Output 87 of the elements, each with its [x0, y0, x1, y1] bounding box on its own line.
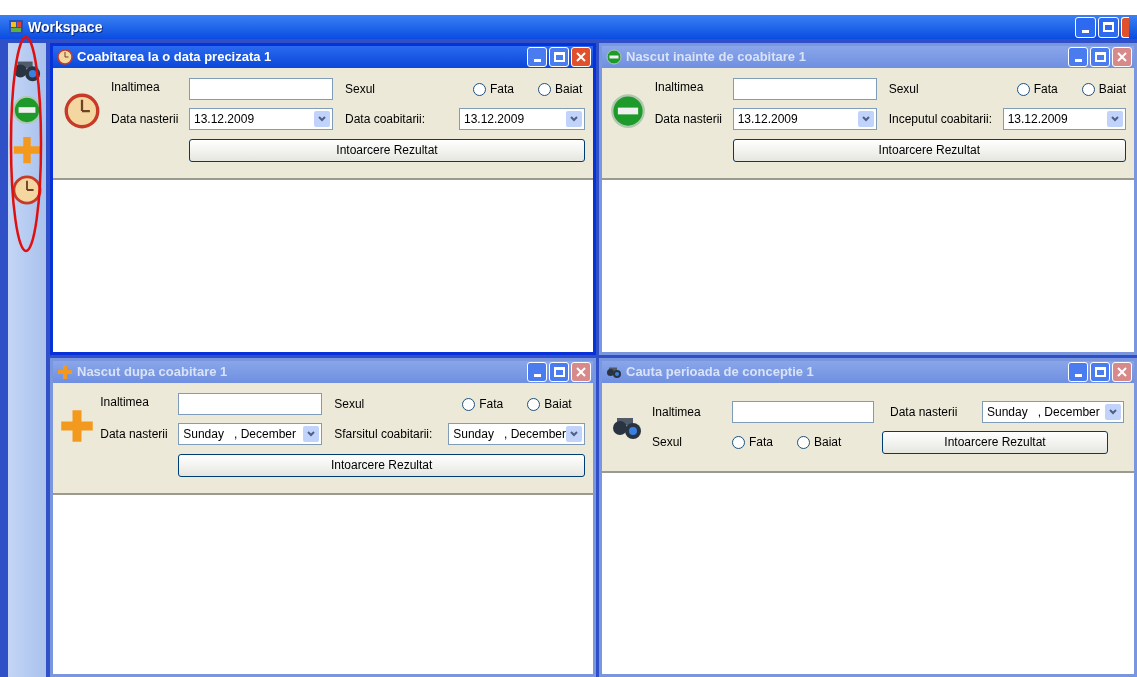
- field-label: Baiat: [544, 396, 572, 413]
- height-input-field[interactable]: [732, 401, 874, 423]
- chevron-down-icon: [1109, 409, 1117, 415]
- radio-button[interactable]: [473, 82, 486, 96]
- height-input-field[interactable]: [178, 393, 323, 415]
- stop-icon: [606, 49, 622, 65]
- date-picker[interactable]: Sunday , December: [982, 401, 1124, 423]
- minimize-button[interactable]: [527, 47, 547, 67]
- field-label: Sexul: [333, 396, 366, 413]
- plus-icon[interactable]: [12, 135, 42, 165]
- close-button[interactable]: [1112, 362, 1132, 382]
- maximize-button[interactable]: [549, 47, 569, 67]
- child-window-title: Nascut inainte de coabitare 1: [626, 48, 806, 67]
- close-icon: [576, 52, 586, 62]
- date-picker[interactable]: 13.12.2009: [1002, 108, 1126, 130]
- plus-icon: [57, 364, 73, 380]
- close-button[interactable]: [1121, 16, 1129, 38]
- field-label: Data nasterii: [111, 111, 180, 128]
- result-button[interactable]: Intoarcere Rezultat: [178, 453, 585, 477]
- clock-icon: [64, 93, 100, 129]
- close-icon: [576, 367, 586, 377]
- window-title: Workspace: [28, 17, 103, 37]
- child-window-title: Cauta perioada de conceptie 1: [626, 363, 814, 382]
- field-label: Fata: [490, 81, 514, 98]
- minimize-button[interactable]: [1068, 362, 1088, 382]
- stop-icon[interactable]: [12, 95, 42, 125]
- child-window-title: Nascut dupa coabitare 1: [77, 363, 228, 382]
- field-label: Inceputul coabitarii:: [887, 111, 994, 128]
- maximize-button[interactable]: [1090, 47, 1110, 67]
- field-label: Data coabitarii:: [344, 111, 427, 128]
- close-icon: [1117, 367, 1127, 377]
- date-picker[interactable]: Sunday , December: [178, 423, 323, 445]
- maximize-button[interactable]: [1090, 362, 1110, 382]
- result-button[interactable]: Intoarcere Rezultat: [189, 138, 585, 162]
- radio-button[interactable]: [1081, 82, 1095, 96]
- radio-button[interactable]: [538, 82, 551, 96]
- result-button[interactable]: Intoarcere Rezultat: [882, 430, 1108, 454]
- chevron-down-icon: [307, 431, 316, 437]
- field-label: Baiat: [814, 434, 842, 451]
- chevron-down-icon: [570, 431, 578, 437]
- close-button[interactable]: [1112, 47, 1132, 67]
- date-picker[interactable]: 13.12.2009: [732, 108, 877, 130]
- field-label: Inaltimea: [111, 79, 161, 96]
- field-label: Fata: [479, 396, 504, 413]
- field-label: Fata: [749, 434, 773, 451]
- radio-button[interactable]: [527, 397, 541, 411]
- date-picker[interactable]: 13.12.2009: [189, 108, 333, 130]
- field-label: Data nasterii: [100, 426, 169, 443]
- plus-icon: [58, 408, 95, 444]
- chevron-down-icon: [318, 116, 326, 122]
- field-label: Baiat: [1098, 81, 1126, 98]
- field-label: Data nasterii: [889, 404, 959, 421]
- field-label: Sexul: [652, 434, 684, 451]
- field-label: Baiat: [555, 81, 583, 98]
- result-button[interactable]: Intoarcere Rezultat: [732, 138, 1126, 162]
- close-icon: [1117, 52, 1127, 62]
- field-label: Sexul: [344, 81, 377, 98]
- height-input-field[interactable]: [732, 78, 877, 100]
- app-icon: [8, 19, 24, 35]
- minimize-button[interactable]: [527, 362, 547, 382]
- radio-button[interactable]: [797, 435, 810, 449]
- maximize-button[interactable]: [1098, 16, 1119, 38]
- radio-button[interactable]: [732, 435, 745, 449]
- radio-button[interactable]: [1016, 82, 1030, 96]
- field-label: Inaltimea: [100, 394, 150, 411]
- field-label: Data nasterii: [654, 111, 723, 128]
- minimize-button[interactable]: [1068, 47, 1088, 67]
- chevron-down-icon: [861, 116, 870, 122]
- clock-icon[interactable]: [12, 175, 42, 205]
- chevron-down-icon: [1111, 116, 1119, 122]
- minimize-button[interactable]: [1075, 16, 1096, 38]
- chevron-down-icon: [570, 116, 578, 122]
- stop-icon: [610, 93, 647, 129]
- radio-button[interactable]: [462, 397, 476, 411]
- date-picker[interactable]: 13.12.2009: [459, 108, 585, 130]
- height-input-field[interactable]: [189, 78, 333, 100]
- field-label: Fata: [1033, 81, 1058, 98]
- child-window-title: Coabitarea la o data precizata 1: [77, 48, 272, 67]
- maximize-button[interactable]: [549, 362, 569, 382]
- field-label: Inaltimea: [654, 79, 705, 96]
- date-picker[interactable]: Sunday , December: [448, 423, 585, 445]
- field-label: Sfarsitul coabitarii:: [333, 426, 434, 443]
- field-label: Inaltimea: [652, 404, 702, 421]
- field-label: Sexul: [887, 81, 920, 98]
- close-button[interactable]: [571, 47, 591, 67]
- clock-icon: [57, 49, 73, 65]
- close-button[interactable]: [571, 362, 591, 382]
